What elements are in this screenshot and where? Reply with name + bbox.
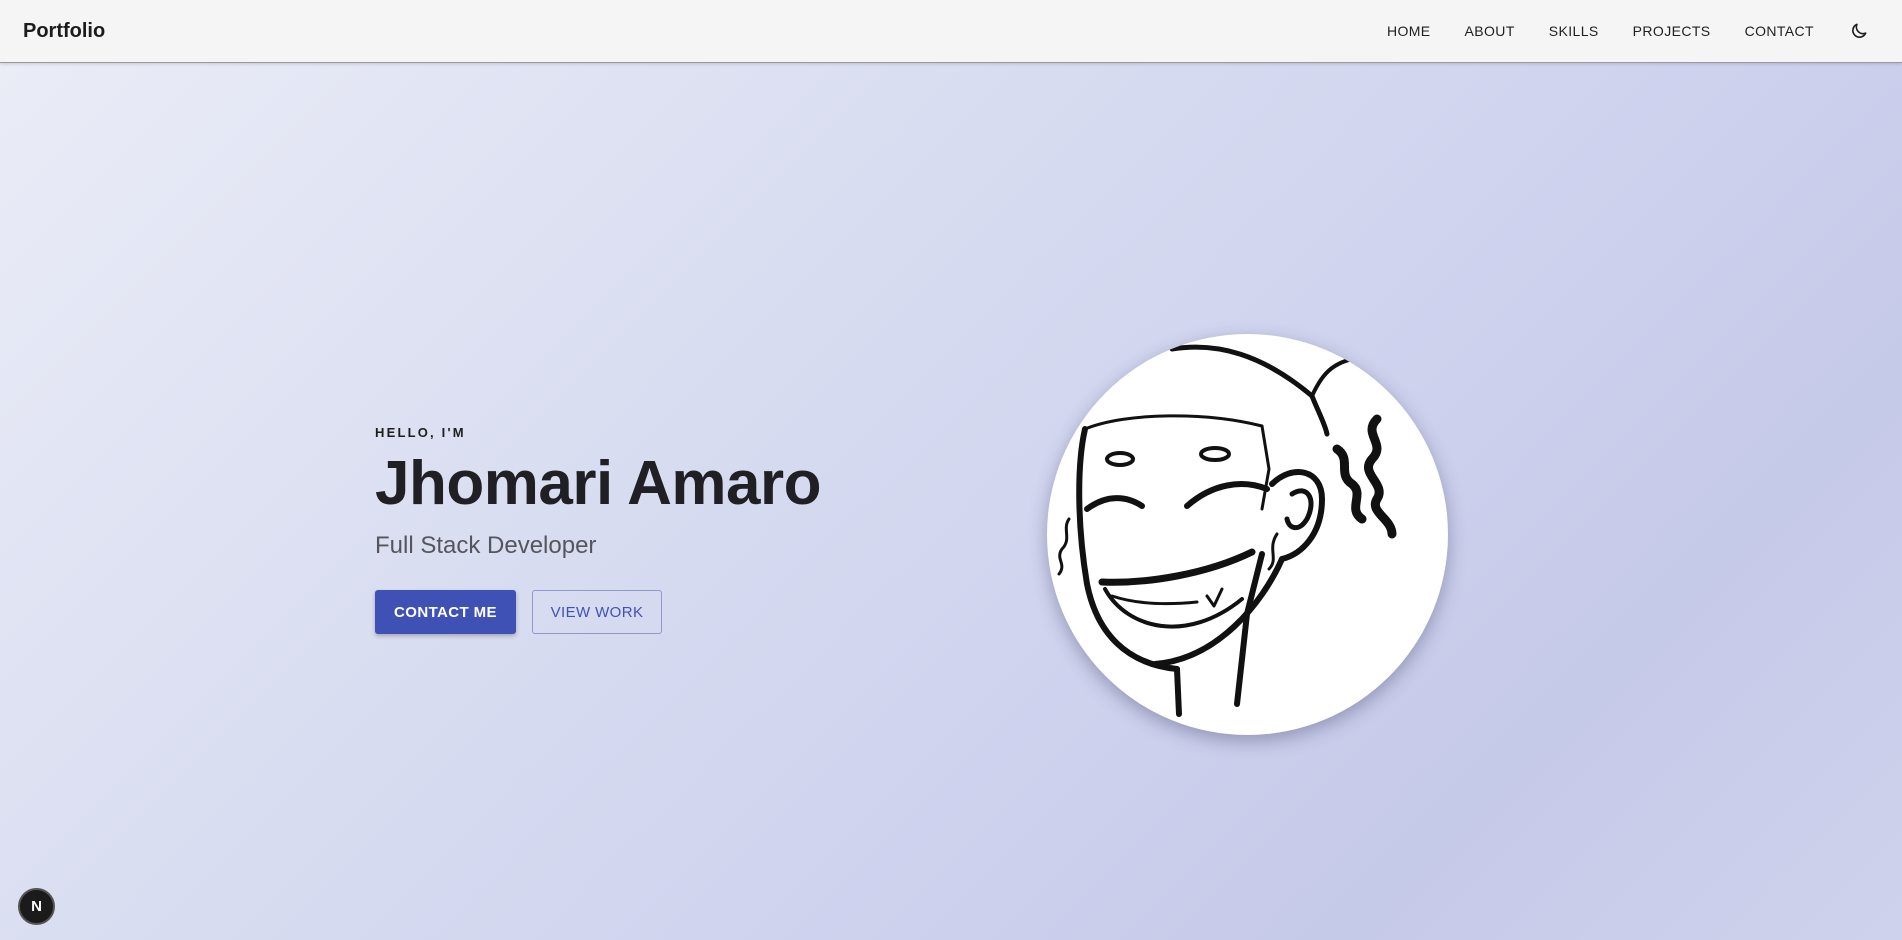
nav-contact[interactable]: CONTACT <box>1728 15 1831 47</box>
contact-me-button[interactable]: CONTACT ME <box>375 590 516 635</box>
nav-projects[interactable]: PROJECTS <box>1616 15 1728 47</box>
theme-toggle-button[interactable] <box>1839 11 1879 51</box>
nav-skills[interactable]: SKILLS <box>1532 15 1616 47</box>
cartoon-face-avatar <box>1057 344 1397 717</box>
moon-icon <box>1852 23 1867 38</box>
nav-links: HOME ABOUT SKILLS PROJECTS CONTACT <box>1370 11 1879 51</box>
dev-tools-badge[interactable]: N <box>18 888 55 925</box>
hero-section: HELLO, I'M Jhomari Amaro Full Stack Deve… <box>375 425 822 635</box>
hero-role: Full Stack Developer <box>375 532 597 560</box>
hero-greeting: HELLO, I'M <box>375 425 466 440</box>
nav-home[interactable]: HOME <box>1370 15 1448 47</box>
hero-buttons: CONTACT ME VIEW WORK <box>375 590 821 635</box>
hero-name: Jhomari Amaro <box>375 449 822 518</box>
view-work-button[interactable]: VIEW WORK <box>532 590 662 635</box>
nav-about[interactable]: ABOUT <box>1448 15 1532 47</box>
navbar: Portfolio HOME ABOUT SKILLS PROJECTS CON… <box>0 0 1902 63</box>
brand-logo[interactable]: Portfolio <box>23 20 105 43</box>
avatar <box>1047 334 1448 735</box>
